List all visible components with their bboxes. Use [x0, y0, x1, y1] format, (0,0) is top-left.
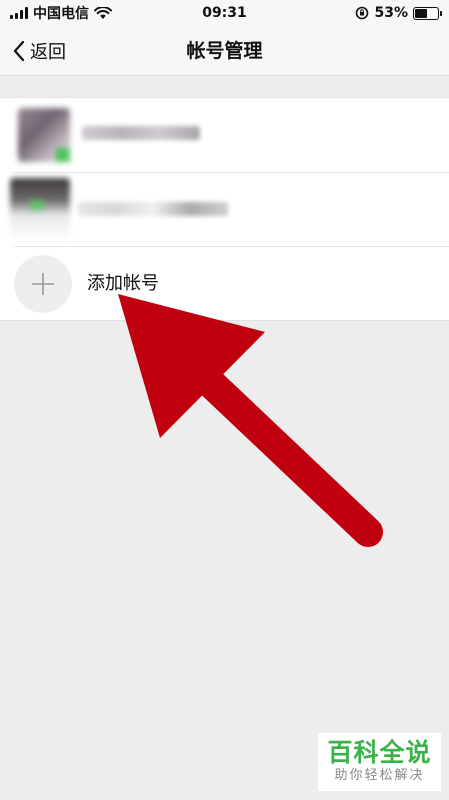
add-account-label: 添加帐号: [87, 273, 159, 294]
watermark-logo: 百科全说 助你轻松解决: [318, 733, 441, 791]
add-account-row[interactable]: 添加帐号: [0, 246, 449, 320]
chevron-left-icon: [13, 40, 25, 62]
back-button[interactable]: 返回: [12, 26, 66, 76]
page-title: 帐号管理: [186, 40, 263, 62]
wifi-icon: [94, 6, 112, 19]
status-bar: 中国电信 09:31 53%: [0, 0, 449, 26]
battery-percent: 53%: [374, 5, 408, 21]
add-account-button[interactable]: [14, 255, 72, 313]
back-label: 返回: [30, 42, 66, 63]
battery-icon: [413, 6, 442, 20]
account-name: [78, 202, 228, 216]
orientation-lock-icon: [356, 6, 369, 20]
avatar: [10, 178, 70, 240]
plus-icon: [32, 273, 54, 295]
nav-bar: 返回 帐号管理: [0, 26, 449, 76]
avatar: [18, 108, 70, 162]
carrier-name: 中国电信: [33, 6, 89, 22]
account-list: 添加帐号: [0, 97, 449, 321]
watermark-subtitle: 助你轻松解决: [334, 768, 425, 783]
status-right: 53%: [355, 5, 442, 21]
account-row[interactable]: [0, 172, 449, 246]
status-left: 中国电信: [10, 3, 112, 23]
account-row[interactable]: [0, 98, 449, 172]
account-name: [82, 126, 200, 140]
signal-icon: [10, 7, 28, 19]
watermark-title: 百科全说: [327, 738, 432, 767]
